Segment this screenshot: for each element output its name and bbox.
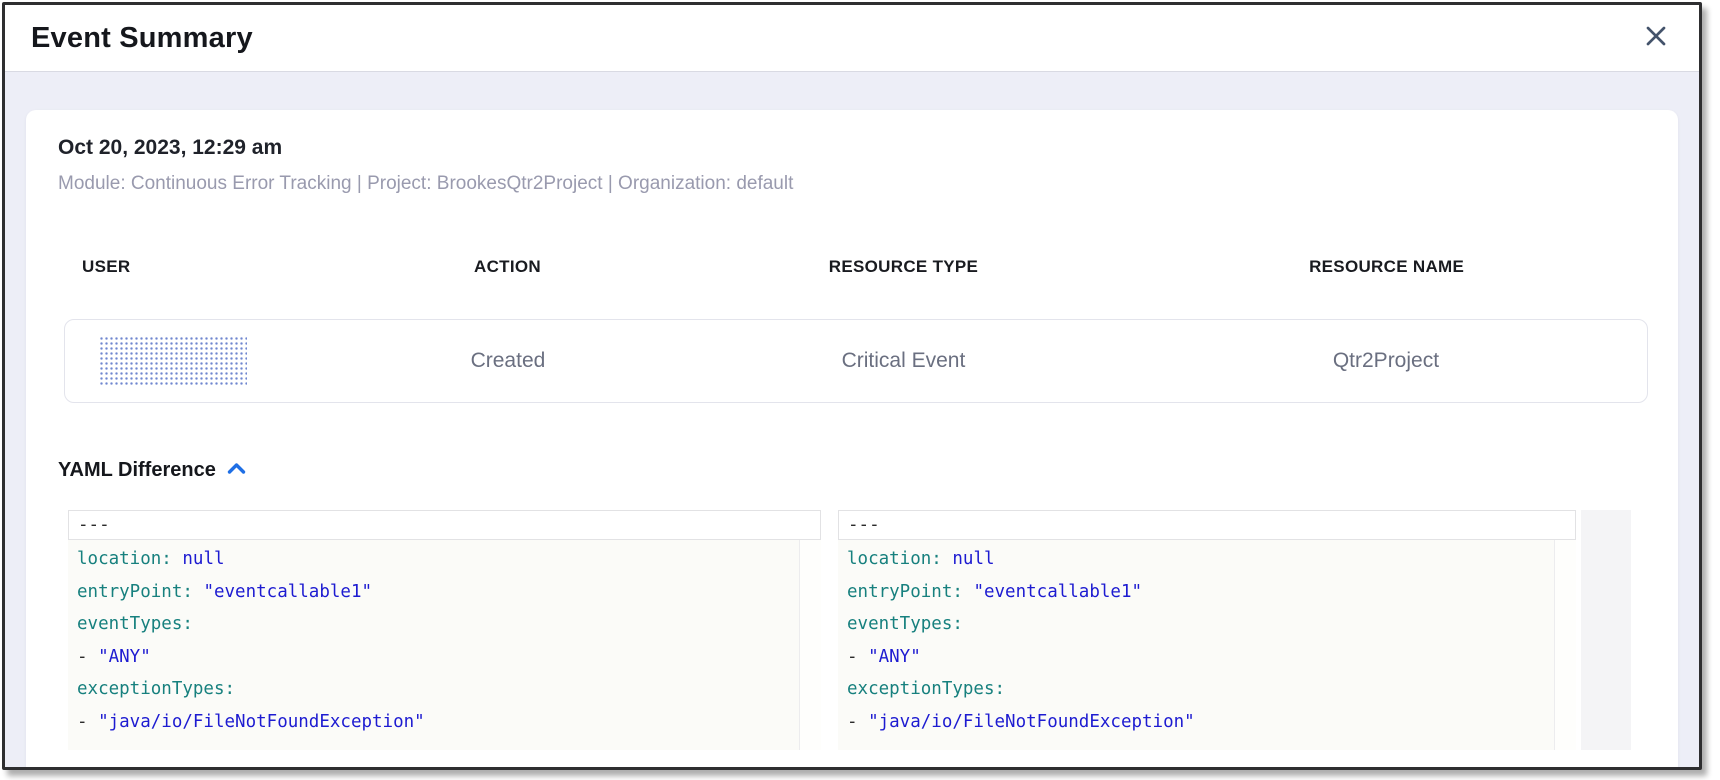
yaml-panel-code: ---location: nullentryPoint: "eventcalla… [838, 510, 1576, 739]
event-card: Oct 20, 2023, 12:29 am Module: Continuou… [26, 110, 1678, 767]
code-line: --- [68, 510, 821, 540]
resource-type-cell: Critical Event [682, 349, 1125, 373]
diff-scrollbar-track[interactable] [1581, 510, 1631, 750]
table-row: Created Critical Event Qtr2Project [64, 319, 1648, 403]
code-line: eventTypes: [838, 608, 1576, 641]
close-button[interactable] [1643, 25, 1669, 51]
yaml-panel-right[interactable]: ---location: nullentryPoint: "eventcalla… [838, 510, 1576, 750]
code-line: exceptionTypes: [838, 673, 1576, 706]
audit-table-header: USER ACTION RESOURCE TYPE RESOURCE NAME [64, 257, 1648, 277]
code-line: exceptionTypes: [68, 673, 821, 706]
action-cell: Created [334, 349, 682, 373]
yaml-diff-viewer: ---location: nullentryPoint: "eventcalla… [68, 510, 1648, 750]
resource-name-cell: Qtr2Project [1125, 349, 1647, 373]
chevron-up-icon [227, 462, 246, 480]
yaml-panel-left[interactable]: ---location: nullentryPoint: "eventcalla… [68, 510, 821, 750]
code-line: location: null [838, 543, 1576, 576]
yaml-panel-code: ---location: nullentryPoint: "eventcalla… [68, 510, 821, 739]
redacted-user-pattern [99, 336, 247, 386]
code-line: entryPoint: "eventcallable1" [838, 576, 1576, 609]
right-panel-scrollbar[interactable] [1554, 510, 1576, 750]
column-header-action: ACTION [333, 257, 681, 277]
code-line: entryPoint: "eventcallable1" [68, 576, 821, 609]
event-timestamp: Oct 20, 2023, 12:29 am [56, 136, 1648, 160]
code-line: eventTypes: [68, 608, 821, 641]
column-header-user: USER [64, 257, 333, 277]
code-line: - "java/io/FileNotFoundException" [838, 706, 1576, 739]
column-header-resource-name: RESOURCE NAME [1125, 257, 1648, 277]
code-line: --- [838, 510, 1576, 540]
audit-table: USER ACTION RESOURCE TYPE RESOURCE NAME … [64, 257, 1648, 403]
close-icon [1645, 25, 1667, 52]
left-panel-scrollbar[interactable] [799, 510, 821, 750]
page-title: Event Summary [31, 22, 253, 55]
event-meta: Module: Continuous Error Tracking | Proj… [56, 173, 1648, 195]
event-summary-dialog: Event Summary Oct 20, 2023, 12:29 am Mod… [2, 2, 1702, 770]
code-line: location: null [68, 543, 821, 576]
column-header-resource-type: RESOURCE TYPE [682, 257, 1126, 277]
yaml-difference-toggle[interactable]: YAML Difference [58, 459, 246, 482]
dialog-titlebar: Event Summary [5, 5, 1699, 72]
yaml-difference-label: YAML Difference [58, 459, 216, 482]
code-line: - "ANY" [68, 641, 821, 674]
code-line: - "java/io/FileNotFoundException" [68, 706, 821, 739]
user-cell [65, 336, 334, 386]
code-line: - "ANY" [838, 641, 1576, 674]
dialog-body: Oct 20, 2023, 12:29 am Module: Continuou… [5, 72, 1699, 767]
